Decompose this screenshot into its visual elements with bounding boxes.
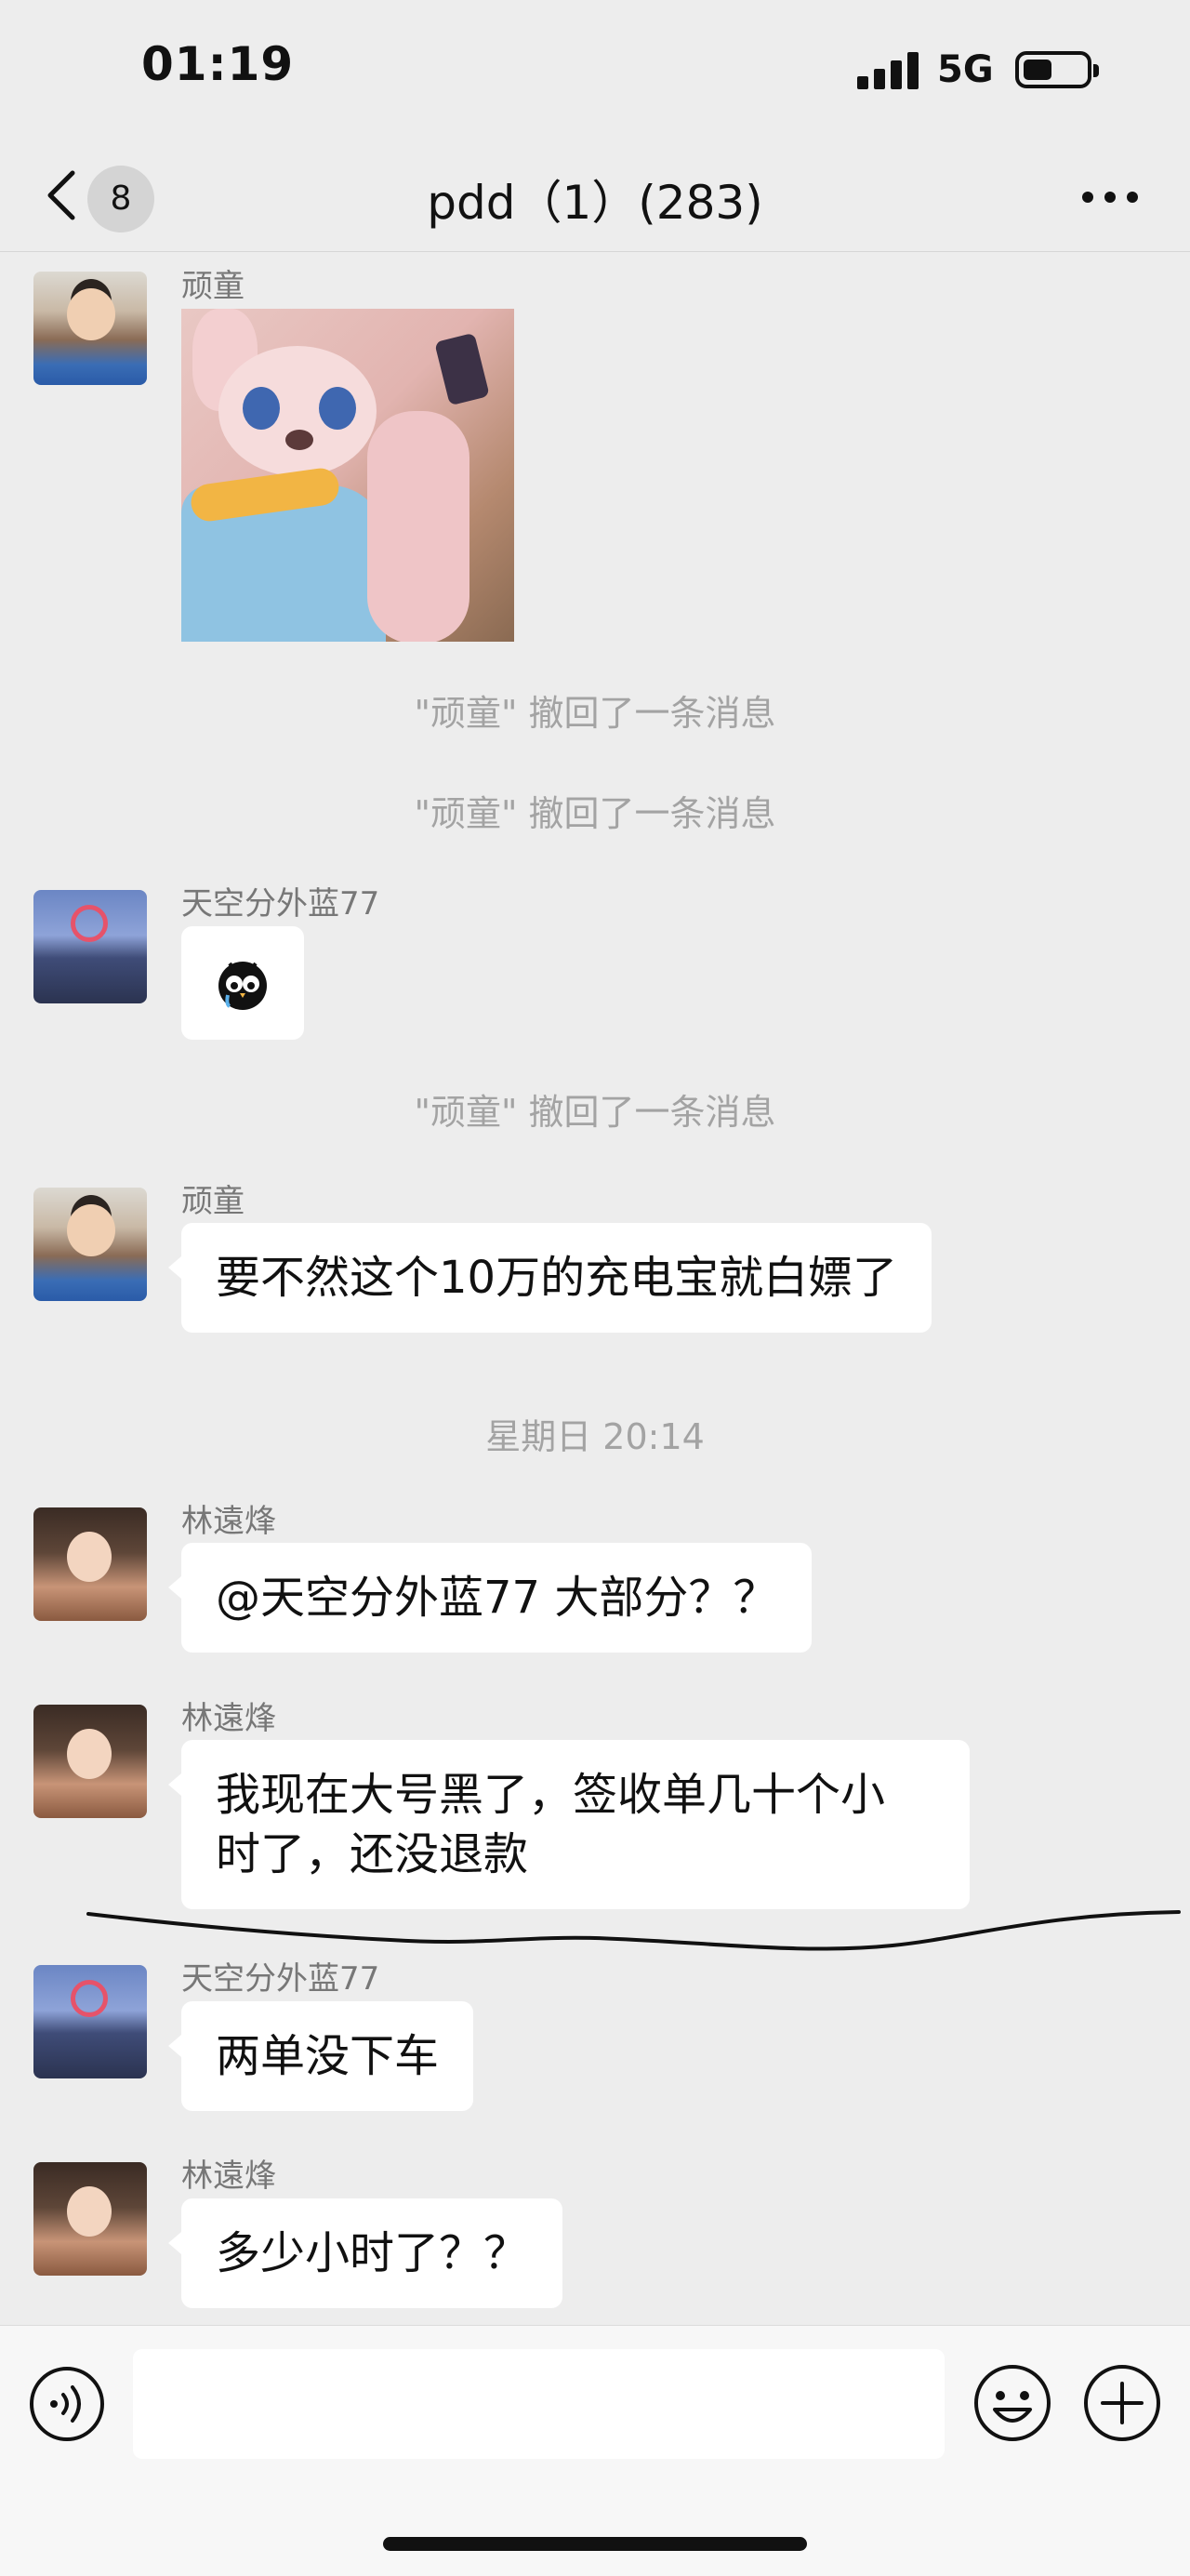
- battery-icon: [1015, 51, 1099, 88]
- avatar[interactable]: [33, 890, 147, 1003]
- sender-name: 顽童: [181, 268, 245, 305]
- input-bar: [0, 2325, 1190, 2576]
- sender-name: 林遠烽: [181, 2158, 276, 2195]
- message-line: 我现在大号黑了，签收单几十个小: [216, 1769, 886, 1821]
- avatar[interactable]: [33, 1507, 147, 1621]
- owl-emoji-icon: [218, 962, 267, 1010]
- message-bubble[interactable]: 多少小时了？？: [167, 2198, 563, 2308]
- sender-name: 林遠烽: [181, 1700, 276, 1737]
- chat-title: pdd（1）(283): [427, 176, 763, 230]
- sender-name: 天空分外蓝77: [181, 1960, 380, 1998]
- status-bar: 01:19 5G: [0, 0, 1190, 139]
- avatar[interactable]: [33, 1188, 147, 1301]
- message-bubble[interactable]: 要不然这个10万的充电宝就白嫖了: [167, 1223, 932, 1333]
- recall-notice: "顽童" 撤回了一条消息: [414, 793, 776, 834]
- network-label: 5G: [937, 48, 994, 91]
- message-bubble[interactable]: 两单没下车: [167, 2001, 474, 2111]
- chat-header: 8 pdd（1）(283): [0, 139, 1190, 252]
- home-indicator: [383, 2537, 807, 2551]
- sticker-message[interactable]: [181, 926, 304, 1040]
- message-bubble[interactable]: 我现在大号黑了，签收单几十个小 时了，还没退款: [168, 1740, 970, 1909]
- status-time: 01:19: [141, 37, 295, 91]
- image-message[interactable]: [181, 309, 514, 642]
- message-timestamp: 星期日 20:14: [485, 1416, 705, 1457]
- avatar[interactable]: [33, 272, 147, 385]
- voice-icon[interactable]: [28, 2365, 106, 2443]
- more-options-icon[interactable]: [1082, 186, 1138, 205]
- sender-name: 天空分外蓝77: [181, 885, 380, 923]
- avatar[interactable]: [33, 1705, 147, 1818]
- recall-notice: "顽童" 撤回了一条消息: [414, 1092, 776, 1133]
- avatar[interactable]: [33, 2162, 147, 2276]
- sender-name: 顽童: [181, 1183, 245, 1220]
- recall-notice: "顽童" 撤回了一条消息: [414, 693, 776, 734]
- plus-icon[interactable]: [1082, 2363, 1162, 2443]
- sender-name: 林遠烽: [181, 1503, 276, 1540]
- message-input[interactable]: [133, 2349, 945, 2459]
- emoji-icon[interactable]: [972, 2363, 1052, 2443]
- message-line: 时了，还没退款: [216, 1828, 529, 1880]
- hand-drawn-line: [86, 1910, 1181, 1951]
- avatar[interactable]: [33, 1965, 147, 2078]
- message-bubble[interactable]: @天空分外蓝77 大部分？？: [167, 1543, 813, 1653]
- signal-icon: [857, 52, 919, 89]
